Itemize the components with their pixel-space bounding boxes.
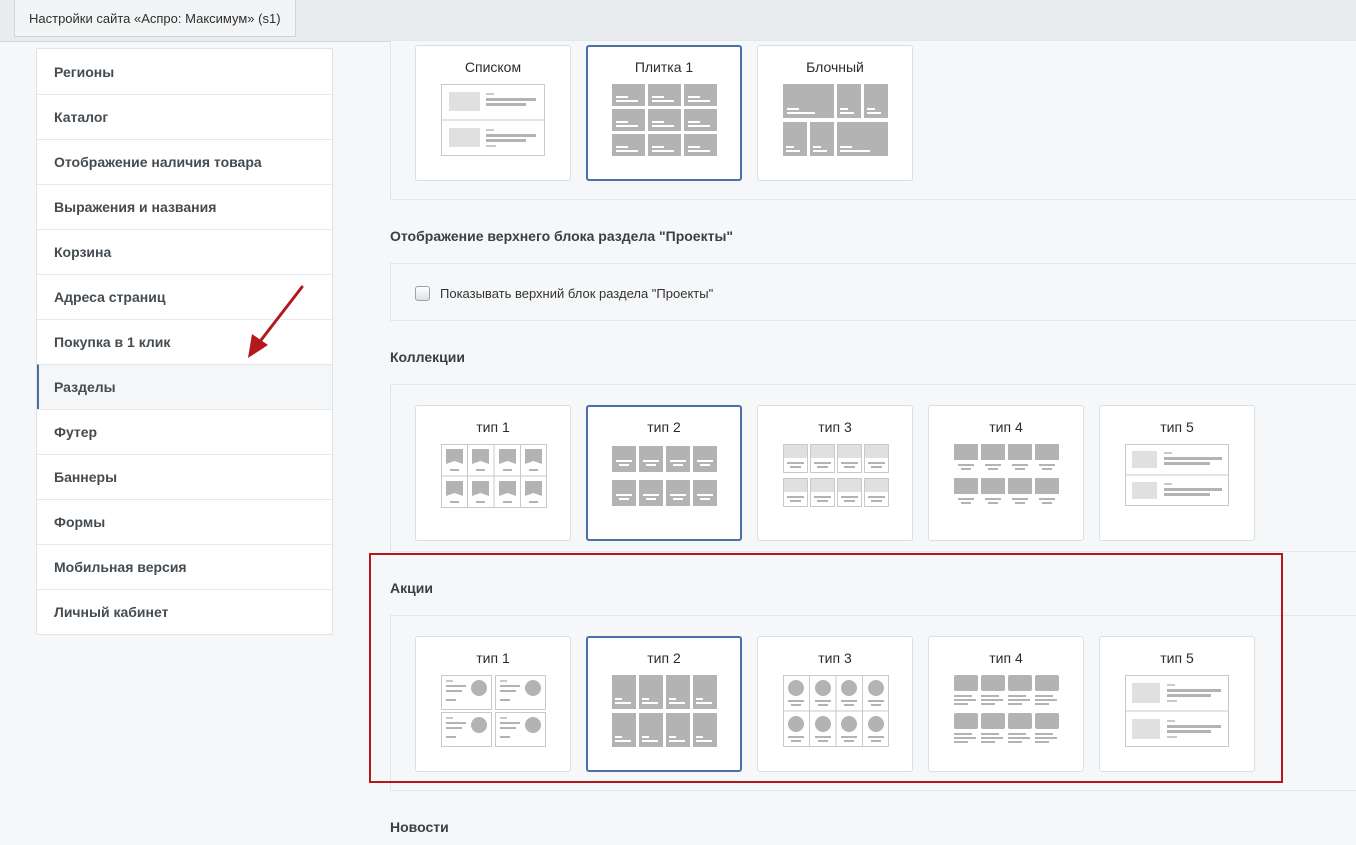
- list-layout-icon: [441, 84, 545, 156]
- tile-layout-icon: [612, 84, 717, 156]
- option-label: Блочный: [806, 59, 864, 75]
- top-bar: Настройки сайта «Аспро: Максимум» (s1): [0, 0, 1356, 42]
- news-title: Новости: [390, 819, 449, 835]
- projects-top-block-option: Показывать верхний блок раздела "Проекты…: [415, 286, 713, 301]
- option-label: тип 2: [647, 419, 681, 435]
- option-label: тип 1: [476, 419, 510, 435]
- annotation-arrow-icon: [248, 285, 304, 358]
- option-label: тип 3: [818, 419, 852, 435]
- sidebar-item-catalog[interactable]: Каталог: [37, 94, 332, 139]
- collections-type-2-icon: [612, 446, 717, 506]
- sidebar-item-footer[interactable]: Футер: [37, 409, 332, 454]
- view-option-list[interactable]: Списком: [415, 45, 571, 181]
- collections-option-type-2[interactable]: тип 2: [586, 405, 742, 541]
- sidebar-item-forms[interactable]: Формы: [37, 499, 332, 544]
- projects-top-block-checkbox[interactable]: [415, 286, 430, 301]
- sidebar-item-stock-display[interactable]: Отображение наличия товара: [37, 139, 332, 184]
- option-label: Списком: [464, 59, 522, 75]
- collections-option-type-1[interactable]: тип 1: [415, 405, 571, 541]
- collections-type-1-icon: [441, 444, 547, 508]
- sidebar-item-phrases[interactable]: Выражения и названия: [37, 184, 332, 229]
- option-label: тип 4: [989, 419, 1023, 435]
- collections-option-type-4[interactable]: тип 4: [928, 405, 1084, 541]
- collections-type-4-icon: [954, 444, 1059, 504]
- sidebar-item-cart[interactable]: Корзина: [37, 229, 332, 274]
- view-option-tile-1[interactable]: Плитка 1: [586, 45, 742, 181]
- projects-top-block-panel: Показывать верхний блок раздела "Проекты…: [390, 263, 1356, 321]
- option-label: Плитка 1: [634, 59, 694, 75]
- collections-type-3-icon: [783, 444, 889, 507]
- checkbox-label[interactable]: Показывать верхний блок раздела "Проекты…: [440, 286, 713, 301]
- block-layout-icon: [783, 84, 888, 156]
- option-label: тип 5: [1160, 419, 1194, 435]
- sidebar-item-banners[interactable]: Баннеры: [37, 454, 332, 499]
- sidebar-item-regions[interactable]: Регионы: [37, 49, 332, 94]
- collections-panel: тип 1 тип 2 тип 3 тип 4 тип 5: [390, 384, 1356, 552]
- collections-title: Коллекции: [390, 349, 465, 365]
- sidebar-item-sections[interactable]: Разделы: [37, 364, 332, 409]
- collections-type-5-icon: [1125, 444, 1229, 506]
- sidebar-item-account[interactable]: Личный кабинет: [37, 589, 332, 634]
- collections-option-type-3[interactable]: тип 3: [757, 405, 913, 541]
- collections-option-type-5[interactable]: тип 5: [1099, 405, 1255, 541]
- window-title-tab[interactable]: Настройки сайта «Аспро: Максимум» (s1): [14, 0, 296, 37]
- projects-top-block-title: Отображение верхнего блока раздела "Прое…: [390, 228, 734, 244]
- view-option-block[interactable]: Блочный: [757, 45, 913, 181]
- sidebar-item-mobile[interactable]: Мобильная версия: [37, 544, 332, 589]
- view-type-panel: Списком Плитка 1 Блочный: [390, 40, 1356, 200]
- main-content: Списком Плитка 1 Блочный Отображение вер…: [369, 40, 1356, 845]
- annotation-highlight-frame: [369, 553, 1283, 783]
